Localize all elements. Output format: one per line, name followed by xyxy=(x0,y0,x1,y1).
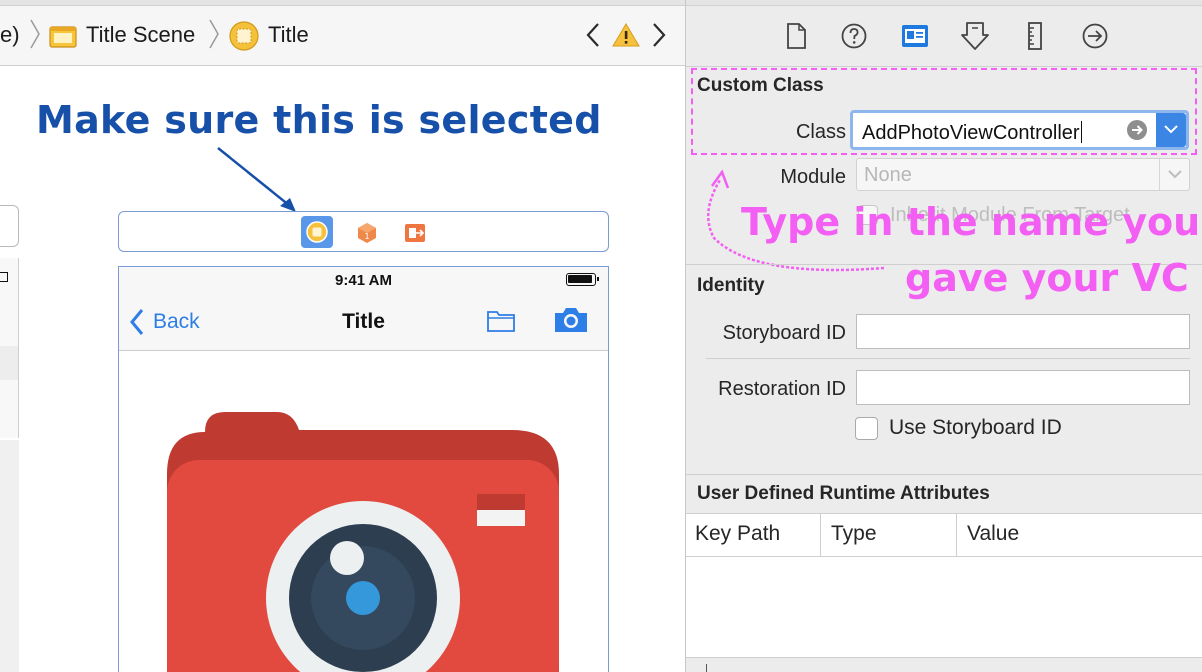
breadcrumb-separator-icon xyxy=(30,19,40,49)
breadcrumb-item-partial[interactable]: e) xyxy=(0,22,20,48)
camera-icon[interactable] xyxy=(553,305,589,335)
module-combobox[interactable]: None xyxy=(856,158,1190,191)
scene-clapper-icon xyxy=(49,26,77,48)
identity-section-title: Identity xyxy=(697,275,765,296)
chevron-right-icon[interactable] xyxy=(649,20,669,50)
column-header-type[interactable]: Type xyxy=(831,522,877,546)
table-header: Key Path Type Value xyxy=(686,514,1202,557)
adjacent-device-stub-lower xyxy=(0,440,19,672)
warning-icon[interactable] xyxy=(612,22,640,48)
file-inspector-icon[interactable] xyxy=(781,20,811,52)
module-dropdown-button[interactable] xyxy=(1159,159,1189,190)
size-inspector-icon[interactable] xyxy=(1020,20,1050,52)
view-controller-canvas: 9:41 AM Back Title xyxy=(118,266,609,672)
chevron-left-icon[interactable] xyxy=(583,20,603,50)
jump-bar: e) Title Scene Title xyxy=(0,0,685,66)
annotation-make-sure-selected: Make sure this is selected xyxy=(36,98,602,142)
inspector-toolbar xyxy=(686,0,1202,67)
column-header-key-path[interactable]: Key Path xyxy=(695,522,780,546)
udra-section-title: User Defined Runtime Attributes xyxy=(697,483,990,504)
navigation-bar: Back Title xyxy=(119,293,608,351)
breadcrumb-separator-icon xyxy=(209,19,219,49)
storyboard-id-input[interactable] xyxy=(856,314,1190,349)
svg-text:1: 1 xyxy=(364,232,369,241)
status-time: 9:41 AM xyxy=(335,272,392,289)
camera-illustration-icon xyxy=(167,412,559,672)
first-responder-icon[interactable]: 1 xyxy=(354,220,380,246)
battery-icon xyxy=(566,273,599,286)
use-storyboard-id-label: Use Storyboard ID xyxy=(889,416,1062,439)
nav-title: Title xyxy=(342,310,385,333)
annotation-type-name-line1: Type in the name you xyxy=(741,200,1201,244)
view-controller-icon xyxy=(229,21,259,51)
identity-inspector-icon[interactable] xyxy=(900,20,930,52)
inspector-toolbar-top-edge xyxy=(686,0,1202,6)
status-bar: 9:41 AM xyxy=(119,267,608,293)
storyboard-id-label: Storyboard ID xyxy=(722,322,846,344)
storyboard-editor: e) Title Scene Title Make sure this is s… xyxy=(0,0,685,672)
section-divider xyxy=(686,474,1202,475)
breadcrumb-item-title[interactable]: Title xyxy=(268,22,309,48)
identity-inspector: Custom Class Class AddPhotoViewControlle… xyxy=(685,0,1202,672)
connections-inspector-icon[interactable] xyxy=(1080,20,1110,52)
field-divider xyxy=(706,358,1190,359)
exit-icon[interactable] xyxy=(402,220,428,246)
quick-help-icon[interactable] xyxy=(839,20,869,52)
column-separator xyxy=(820,514,821,557)
column-header-value[interactable]: Value xyxy=(967,522,1019,546)
annotation-type-name-line2: gave your VC xyxy=(905,256,1189,300)
adjacent-scene-stub xyxy=(0,205,19,247)
folder-icon[interactable] xyxy=(486,307,516,333)
annotation-highlight-box xyxy=(691,68,1197,155)
runtime-attributes-table[interactable]: Key Path Type Value xyxy=(686,513,1202,672)
scene-dock: 1 xyxy=(118,211,609,252)
breadcrumb-item-title-scene[interactable]: Title Scene xyxy=(86,22,195,48)
add-attribute-icon[interactable] xyxy=(706,664,707,672)
jump-bar-top-edge xyxy=(0,0,685,6)
restoration-id-input[interactable] xyxy=(856,370,1190,405)
column-separator xyxy=(956,514,957,557)
adjacent-device-stub xyxy=(0,258,19,438)
table-footer xyxy=(686,657,1202,672)
use-storyboard-id-checkbox[interactable] xyxy=(855,417,878,440)
restoration-id-label: Restoration ID xyxy=(718,378,846,400)
chevron-down-icon xyxy=(1168,170,1182,179)
attributes-inspector-icon[interactable] xyxy=(960,20,990,52)
table-body[interactable] xyxy=(686,557,1202,657)
annotation-arrow-icon xyxy=(217,147,296,212)
view-controller-icon[interactable] xyxy=(304,219,330,245)
